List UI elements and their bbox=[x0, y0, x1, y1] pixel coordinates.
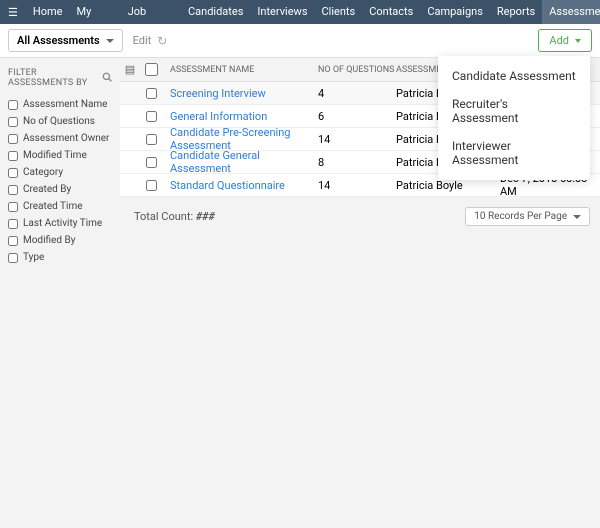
row-num: 14 bbox=[318, 179, 396, 192]
filter-label: Assessment Name bbox=[23, 99, 107, 110]
header-name[interactable]: ASSESSMENT NAME bbox=[162, 65, 318, 75]
filter-checkbox[interactable] bbox=[8, 185, 18, 195]
filter-checkbox[interactable] bbox=[8, 202, 18, 212]
nav-item-reports[interactable]: Reports bbox=[490, 0, 542, 24]
filter-checkbox[interactable] bbox=[8, 134, 18, 144]
filter-item[interactable]: Type bbox=[8, 249, 112, 266]
row-num: 4 bbox=[318, 87, 396, 100]
nav-item-my-actions[interactable]: My Actions bbox=[69, 0, 120, 24]
add-dropdown-menu: Candidate AssessmentRecruiter's Assessme… bbox=[438, 56, 590, 180]
chevron-down-icon bbox=[575, 39, 581, 43]
filter-sidebar: FILTER ASSESSMENTS BY Assessment Name No … bbox=[0, 58, 120, 528]
filter-checkbox[interactable] bbox=[8, 168, 18, 178]
filter-label: Modified By bbox=[23, 235, 75, 246]
hamburger-icon[interactable]: ☰ bbox=[0, 6, 26, 19]
filter-item[interactable]: No of Questions bbox=[8, 113, 112, 130]
row-owner: Patricia Boyle bbox=[396, 179, 496, 192]
nav-item-campaigns[interactable]: Campaigns bbox=[420, 0, 490, 24]
nav-item-assessments[interactable]: Assessments bbox=[542, 0, 600, 24]
filter-item[interactable]: Category bbox=[8, 164, 112, 181]
select-all-checkbox[interactable] bbox=[145, 63, 158, 76]
filter-checkbox[interactable] bbox=[8, 151, 18, 161]
assessment-link[interactable]: General Information bbox=[170, 110, 267, 123]
nav-item-candidates[interactable]: Candidates bbox=[181, 0, 250, 24]
records-per-page[interactable]: 10 Records Per Page bbox=[465, 207, 590, 226]
filter-label: Type bbox=[23, 252, 44, 263]
nav-item-clients[interactable]: Clients bbox=[315, 0, 363, 24]
chevron-down-icon bbox=[106, 39, 114, 43]
toolbar: All Assessments Edit ↻ Add bbox=[0, 24, 600, 58]
filter-checkbox[interactable] bbox=[8, 253, 18, 263]
filter-item[interactable]: Modified Time bbox=[8, 147, 112, 164]
filter-item[interactable]: Modified By bbox=[8, 232, 112, 249]
nav-item-job-openings[interactable]: Job Openings bbox=[121, 0, 181, 24]
filter-item[interactable]: Last Activity Time bbox=[8, 215, 112, 232]
filter-checkbox[interactable] bbox=[8, 100, 18, 110]
filter-item[interactable]: Assessment Owner bbox=[8, 130, 112, 147]
add-button-label: Add bbox=[549, 34, 569, 47]
filter-label: No of Questions bbox=[23, 116, 95, 127]
add-button[interactable]: Add bbox=[538, 29, 592, 52]
view-selector-label: All Assessments bbox=[17, 34, 100, 47]
row-num: 8 bbox=[318, 156, 396, 169]
layout-icon[interactable]: ▤ bbox=[125, 63, 135, 76]
row-checkbox[interactable] bbox=[146, 111, 157, 122]
chevron-down-icon bbox=[573, 215, 581, 219]
nav-item-contacts[interactable]: Contacts bbox=[362, 0, 420, 24]
row-checkbox[interactable] bbox=[146, 180, 157, 191]
filter-label: Category bbox=[23, 167, 63, 178]
filter-checkbox[interactable] bbox=[8, 236, 18, 246]
filter-label: Last Activity Time bbox=[23, 218, 102, 229]
filter-label: Created Time bbox=[23, 201, 83, 212]
filter-label: Assessment Owner bbox=[23, 133, 109, 144]
view-selector[interactable]: All Assessments bbox=[8, 29, 123, 52]
filter-title-row: FILTER ASSESSMENTS BY bbox=[8, 68, 112, 88]
filter-item[interactable]: Assessment Name bbox=[8, 96, 112, 113]
nav-item-home[interactable]: Home bbox=[26, 0, 70, 24]
edit-link[interactable]: Edit bbox=[133, 34, 152, 47]
refresh-icon[interactable]: ↻ bbox=[157, 34, 167, 48]
total-count: Total Count: ### bbox=[134, 210, 215, 223]
row-num: 14 bbox=[318, 133, 396, 146]
filter-item[interactable]: Created Time bbox=[8, 198, 112, 215]
filter-item[interactable]: Created By bbox=[8, 181, 112, 198]
row-checkbox[interactable] bbox=[146, 134, 157, 145]
row-num: 6 bbox=[318, 110, 396, 123]
add-menu-item[interactable]: Candidate Assessment bbox=[438, 62, 590, 90]
add-menu-item[interactable]: Interviewer Assessment bbox=[438, 132, 590, 174]
filter-checkbox[interactable] bbox=[8, 117, 18, 127]
assessment-link[interactable]: Standard Questionnaire bbox=[170, 179, 285, 192]
table-footer: Total Count: ### 10 Records Per Page bbox=[120, 197, 600, 236]
header-num[interactable]: NO OF QUESTIONS bbox=[318, 65, 396, 75]
filter-label: Modified Time bbox=[23, 150, 87, 161]
search-icon[interactable] bbox=[102, 72, 112, 85]
assessment-link[interactable]: Candidate General Assessment bbox=[170, 149, 260, 175]
filter-title: FILTER ASSESSMENTS BY bbox=[8, 68, 102, 88]
assessment-link[interactable]: Screening Interview bbox=[170, 87, 266, 100]
top-nav: ☰ HomeMy ActionsJob OpeningsCandidatesIn… bbox=[0, 0, 600, 24]
row-checkbox[interactable] bbox=[146, 88, 157, 99]
filter-label: Created By bbox=[23, 184, 71, 195]
add-menu-item[interactable]: Recruiter's Assessment bbox=[438, 90, 590, 132]
nav-item-interviews[interactable]: Interviews bbox=[250, 0, 314, 24]
row-checkbox[interactable] bbox=[146, 157, 157, 168]
filter-checkbox[interactable] bbox=[8, 219, 18, 229]
